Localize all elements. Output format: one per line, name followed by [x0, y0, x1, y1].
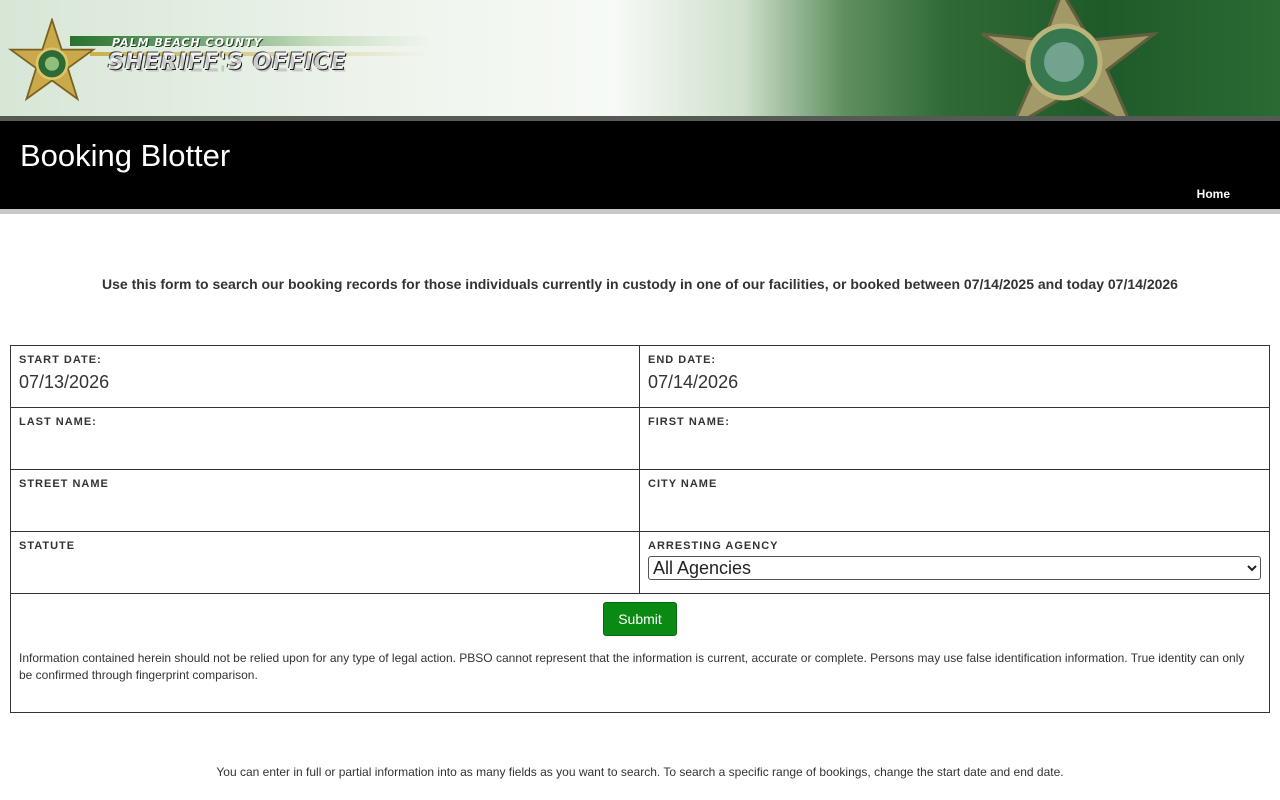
title-bar: Booking Blotter Home [0, 121, 1280, 209]
first-name-cell: FIRST NAME: [639, 407, 1270, 470]
end-date-cell: END DATE: [639, 345, 1270, 408]
last-name-input[interactable] [19, 432, 631, 456]
title-divider [0, 209, 1280, 214]
start-date-input[interactable] [19, 370, 631, 394]
intro-text: Use this form to search our booking reco… [102, 276, 1178, 292]
end-date-input[interactable] [648, 370, 1261, 394]
sheriff-star-logo-icon [7, 18, 97, 102]
last-name-cell: LAST NAME: [10, 407, 640, 470]
city-name-input[interactable] [648, 494, 1261, 518]
statute-cell: STATUTE [10, 531, 640, 594]
page-title: Booking Blotter [20, 138, 231, 173]
city-name-label: CITY NAME [648, 478, 718, 490]
disclaimer-text: Information contained herein should not … [19, 651, 1245, 682]
end-date-label: END DATE: [648, 354, 717, 366]
statute-label: STATUTE [19, 540, 76, 552]
street-name-label: STREET NAME [19, 478, 109, 490]
arresting-agency-select[interactable]: All Agencies [648, 556, 1261, 580]
arresting-agency-label: ARRESTING AGENCY [648, 540, 779, 552]
street-name-input[interactable] [19, 494, 631, 518]
start-date-label: START DATE: [19, 354, 102, 366]
search-form: START DATE: END DATE: LAST NAME: FIRST N… [10, 345, 1270, 713]
header-banner: PALM BEACH COUNTY SHERIFF'S OFFICE SHERI… [0, 0, 1280, 116]
search-help-text: You can enter in full or partial informa… [216, 765, 1064, 779]
home-link[interactable]: Home [1197, 187, 1230, 201]
submit-button[interactable]: Submit [603, 602, 677, 636]
statute-input[interactable] [19, 556, 631, 580]
first-name-input[interactable] [648, 432, 1261, 456]
arresting-agency-cell: ARRESTING AGENCY All Agencies [639, 531, 1270, 594]
sheriff-badge-photo-icon [981, 0, 1160, 116]
first-name-label: FIRST NAME: [648, 416, 730, 428]
banner-office-reflection: SHERIFF'S OFFICE [108, 49, 347, 74]
last-name-label: LAST NAME: [19, 416, 97, 428]
submit-cell: Submit Information contained herein shou… [10, 593, 1270, 713]
banner-county-text: PALM BEACH COUNTY [112, 36, 263, 49]
start-date-cell: START DATE: [10, 345, 640, 408]
city-name-cell: CITY NAME [639, 469, 1270, 532]
submit-wrap: Submit [19, 602, 1261, 636]
street-name-cell: STREET NAME [10, 469, 640, 532]
